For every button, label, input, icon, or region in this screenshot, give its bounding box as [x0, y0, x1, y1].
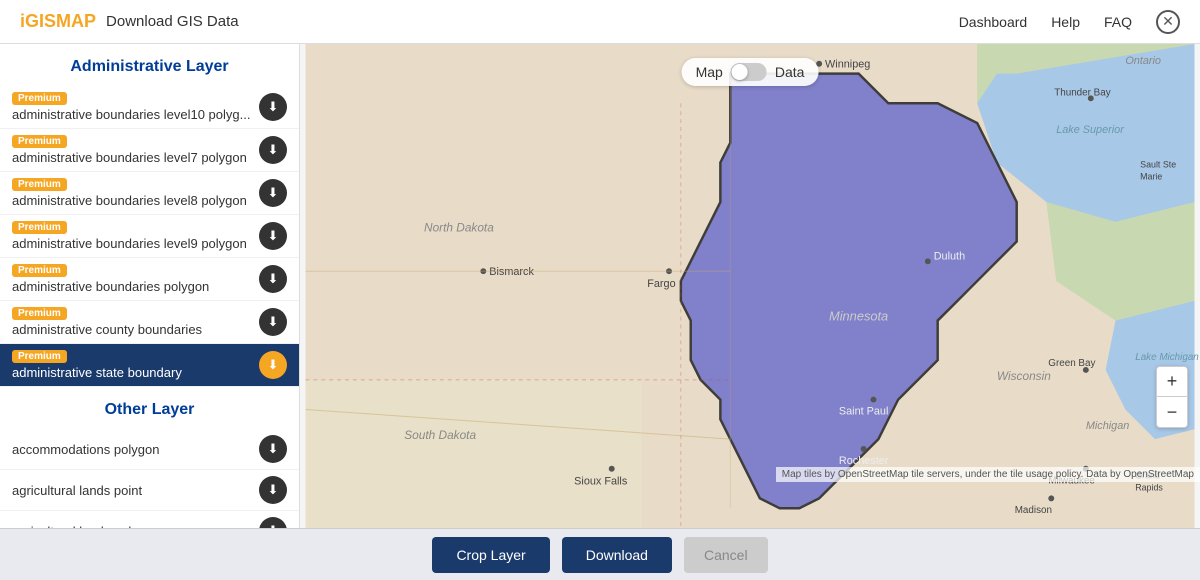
premium-badge: Premium: [12, 221, 67, 234]
svg-text:Sioux Falls: Sioux Falls: [574, 476, 628, 488]
other-layer-item-9[interactable]: agricultural lands point ⬇: [0, 470, 299, 511]
svg-text:Winnipeg: Winnipeg: [825, 59, 870, 71]
svg-text:Saint Paul: Saint Paul: [839, 405, 889, 417]
layer-left: Premium administrative boundaries level1…: [12, 92, 259, 122]
zoom-controls: + −: [1156, 366, 1188, 428]
download-icon[interactable]: ⬇: [259, 136, 287, 164]
nav-dashboard[interactable]: Dashboard: [959, 14, 1028, 30]
premium-badge: Premium: [12, 178, 67, 191]
map-svg: Winnipeg Thunder Bay North Dakota Bismar…: [300, 44, 1200, 528]
header-nav: Dashboard Help FAQ ✕: [959, 10, 1180, 34]
close-button[interactable]: ✕: [1156, 10, 1180, 34]
nav-faq[interactable]: FAQ: [1104, 14, 1132, 30]
layer-name: administrative state boundary: [12, 365, 259, 380]
download-icon[interactable]: ⬇: [259, 308, 287, 336]
premium-badge: Premium: [12, 264, 67, 277]
nav-help[interactable]: Help: [1051, 14, 1080, 30]
other-layer-item-8[interactable]: accommodations polygon ⬇: [0, 429, 299, 470]
map-data-toggle[interactable]: Map Data: [682, 58, 819, 86]
main-content: Administrative Layer Premium administrat…: [0, 44, 1200, 528]
svg-text:Rochester: Rochester: [839, 455, 889, 467]
download-icon[interactable]: ⬇: [259, 179, 287, 207]
download-icon[interactable]: ⬇: [259, 93, 287, 121]
layer-name: administrative boundaries level8 polygon: [12, 193, 259, 208]
toggle-knob: [732, 64, 748, 80]
zoom-out-button[interactable]: −: [1157, 397, 1187, 427]
svg-text:Sault Ste: Sault Ste: [1140, 159, 1176, 169]
app-logo: iGISMAP: [20, 11, 96, 32]
sidebar: Administrative Layer Premium administrat…: [0, 44, 300, 528]
toggle-switch[interactable]: [731, 63, 767, 81]
svg-text:North Dakota: North Dakota: [424, 221, 494, 235]
svg-text:Rapids: Rapids: [1135, 482, 1163, 492]
layer-name: administrative boundaries level10 polyg.…: [12, 107, 259, 122]
svg-text:Duluth: Duluth: [934, 250, 965, 262]
download-icon[interactable]: ⬇: [259, 476, 287, 504]
svg-text:Madison: Madison: [1015, 505, 1052, 516]
layer-name: agricultural lands point: [12, 483, 259, 498]
download-icon[interactable]: ⬇: [259, 351, 287, 379]
other-layers-list: accommodations polygon ⬇ agricultural la…: [0, 429, 299, 528]
layer-left: agricultural lands point: [12, 483, 259, 498]
svg-text:Marie: Marie: [1140, 171, 1162, 181]
svg-text:Thunder Bay: Thunder Bay: [1054, 87, 1111, 98]
premium-badge: Premium: [12, 307, 67, 320]
download-icon[interactable]: ⬇: [259, 517, 287, 528]
other-layer-title: Other Layer: [0, 387, 299, 429]
admin-layer-item-3[interactable]: Premium administrative boundaries level8…: [0, 172, 299, 215]
layer-name: administrative boundaries polygon: [12, 279, 259, 294]
layer-name: administrative county boundaries: [12, 322, 259, 337]
svg-text:Minnesota: Minnesota: [829, 309, 888, 324]
header-left: iGISMAP Download GIS Data: [20, 11, 239, 32]
svg-text:Fargo: Fargo: [647, 278, 675, 290]
admin-layer-title: Administrative Layer: [0, 44, 299, 86]
admin-layer-item-6[interactable]: Premium administrative county boundaries…: [0, 301, 299, 344]
layer-left: Premium administrative boundaries polygo…: [12, 264, 259, 294]
admin-layer-item-2[interactable]: Premium administrative boundaries level7…: [0, 129, 299, 172]
admin-layer-item-5[interactable]: Premium administrative boundaries polygo…: [0, 258, 299, 301]
download-icon[interactable]: ⬇: [259, 222, 287, 250]
other-layer-item-10[interactable]: agricultural lands polygon ⬇: [0, 511, 299, 528]
cancel-button[interactable]: Cancel: [684, 537, 768, 573]
bottom-bar: Crop Layer Download Cancel: [0, 528, 1200, 580]
app-title: Download GIS Data: [106, 13, 239, 30]
svg-text:Lake Superior: Lake Superior: [1056, 124, 1124, 136]
layer-left: Premium administrative boundaries level7…: [12, 135, 259, 165]
admin-layers-list: Premium administrative boundaries level1…: [0, 86, 299, 387]
download-button[interactable]: Download: [562, 537, 672, 573]
admin-layer-item-4[interactable]: Premium administrative boundaries level9…: [0, 215, 299, 258]
premium-badge: Premium: [12, 92, 67, 105]
logo-rest: GISMAP: [25, 11, 96, 31]
layer-left: Premium administrative boundaries level9…: [12, 221, 259, 251]
premium-badge: Premium: [12, 135, 67, 148]
premium-badge: Premium: [12, 350, 67, 363]
svg-text:Michigan: Michigan: [1086, 420, 1129, 432]
layer-left: Premium administrative county boundaries: [12, 307, 259, 337]
map-container: Map Data: [300, 44, 1200, 528]
layer-left: accommodations polygon: [12, 442, 259, 457]
admin-layer-item-1[interactable]: Premium administrative boundaries level1…: [0, 86, 299, 129]
layer-left: Premium administrative boundaries level8…: [12, 178, 259, 208]
svg-text:Green Bay: Green Bay: [1048, 358, 1095, 369]
admin-layer-item-7[interactable]: Premium administrative state boundary ⬇: [0, 344, 299, 387]
download-icon[interactable]: ⬇: [259, 435, 287, 463]
layer-name: accommodations polygon: [12, 442, 259, 457]
crop-layer-button[interactable]: Crop Layer: [432, 537, 549, 573]
svg-text:Bismarck: Bismarck: [489, 266, 534, 278]
app-header: iGISMAP Download GIS Data Dashboard Help…: [0, 0, 1200, 44]
svg-text:Lake Michigan: Lake Michigan: [1135, 352, 1199, 363]
svg-text:South Dakota: South Dakota: [404, 428, 476, 442]
toggle-data-label: Data: [775, 64, 805, 80]
layer-name: administrative boundaries level9 polygon: [12, 236, 259, 251]
layer-left: Premium administrative state boundary: [12, 350, 259, 380]
layer-name: administrative boundaries level7 polygon: [12, 150, 259, 165]
map-attribution: Map tiles by OpenStreetMap tile servers,…: [776, 467, 1200, 482]
toggle-map-label: Map: [696, 64, 723, 80]
close-icon: ✕: [1162, 13, 1174, 30]
svg-text:Ontario: Ontario: [1125, 55, 1161, 67]
zoom-in-button[interactable]: +: [1157, 367, 1187, 397]
download-icon[interactable]: ⬇: [259, 265, 287, 293]
svg-text:Wisconsin: Wisconsin: [997, 369, 1051, 383]
